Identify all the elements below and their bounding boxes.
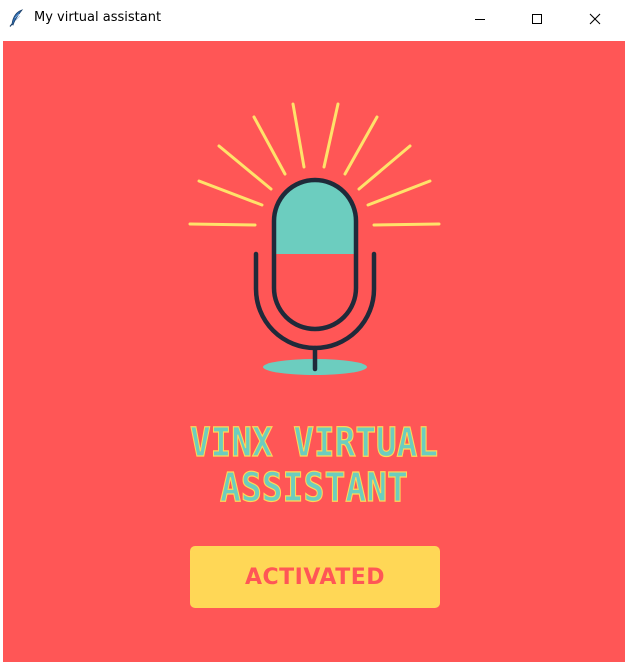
logo-title-line-1: VINX VIRTUAL xyxy=(190,420,438,466)
assistant-logo: VINX VIRTUAL ASSISTANT xyxy=(188,102,441,512)
maximize-icon xyxy=(532,14,542,24)
logo-title-line-2: ASSISTANT xyxy=(220,465,408,511)
maximize-button[interactable] xyxy=(508,0,566,38)
close-button[interactable] xyxy=(566,0,624,38)
app-window: My virtual assistant VINX VIRTUAL ASSIST… xyxy=(0,0,627,662)
title-bar[interactable]: My virtual assistant xyxy=(0,0,627,38)
activated-button[interactable]: ACTIVATED xyxy=(190,546,440,608)
feather-icon xyxy=(9,9,24,27)
minimize-icon xyxy=(475,19,485,20)
close-icon xyxy=(589,13,601,25)
window-title: My virtual assistant xyxy=(34,10,162,25)
assistant-panel: VINX VIRTUAL ASSISTANT ACTIVATED xyxy=(3,41,625,662)
microphone-icon xyxy=(253,177,377,372)
minimize-button[interactable] xyxy=(451,0,509,38)
logo-title: VINX VIRTUAL ASSISTANT xyxy=(189,419,438,511)
